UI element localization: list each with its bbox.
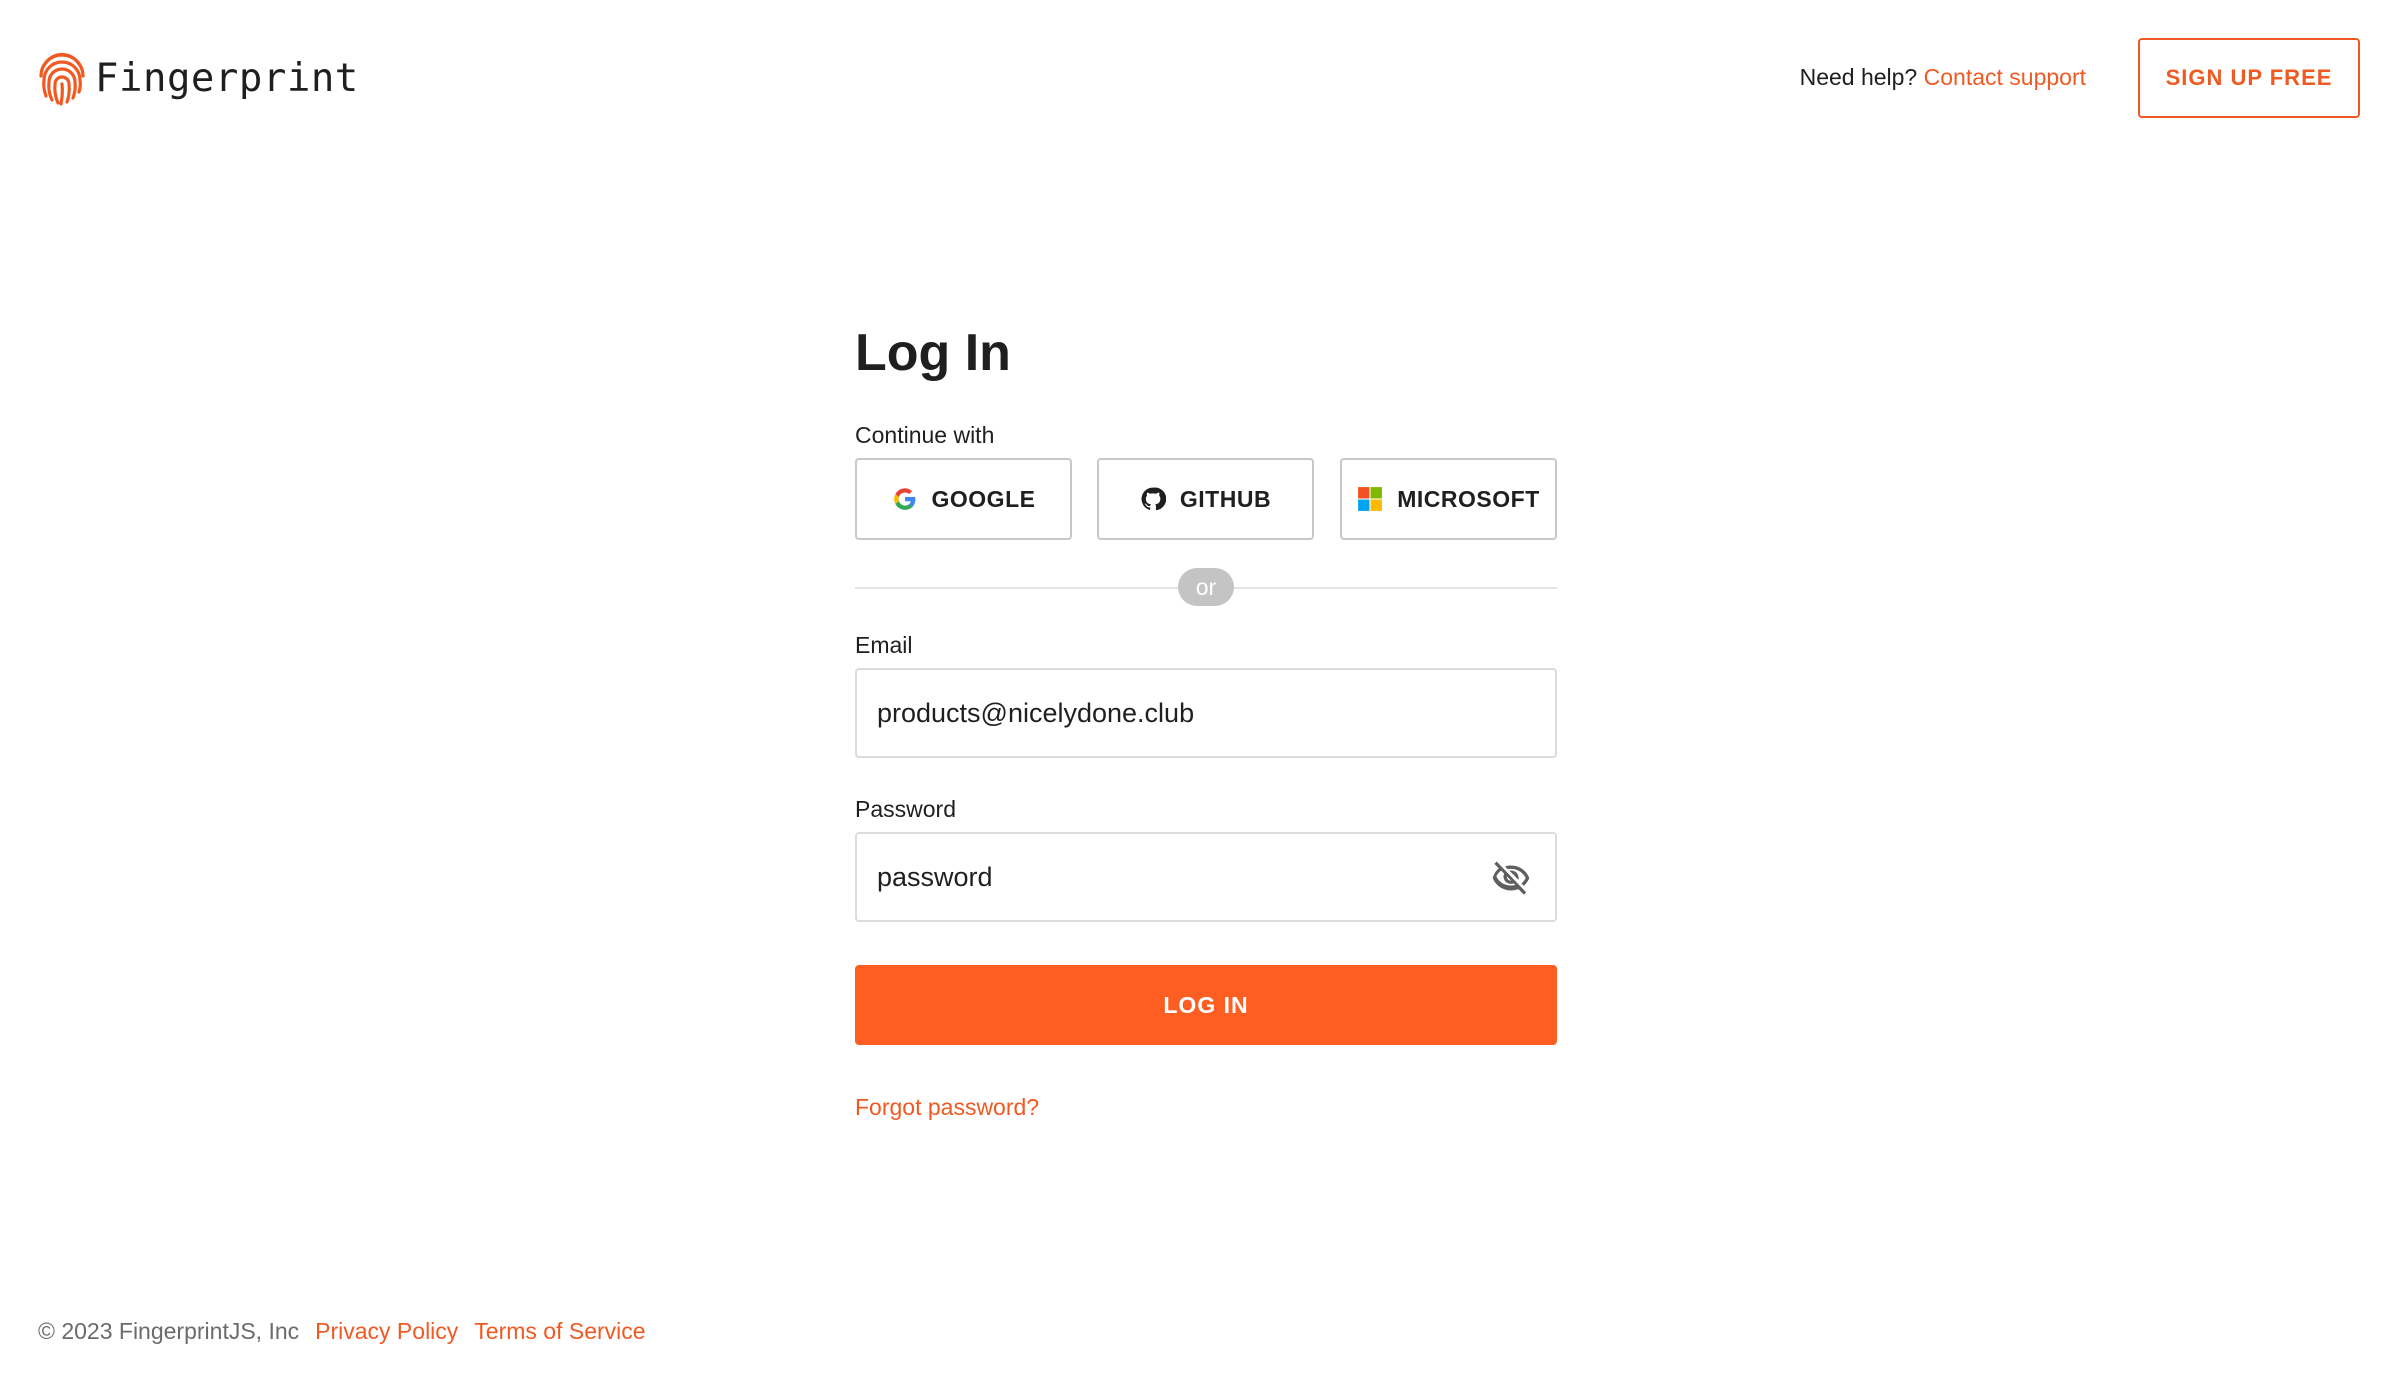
footer: © 2023 FingerprintJS, Inc Privacy Policy… bbox=[38, 1318, 646, 1345]
help-label: Need help? bbox=[1799, 64, 1918, 90]
password-label: Password bbox=[855, 796, 956, 822]
github-label: GITHUB bbox=[1179, 485, 1272, 512]
microsoft-login-button[interactable]: MICROSOFT bbox=[1340, 458, 1557, 540]
email-field-box bbox=[855, 668, 1557, 758]
help-text: Need help? Contact support bbox=[1800, 64, 2086, 91]
contact-support-link[interactable]: Contact support bbox=[1924, 64, 2086, 90]
page-title: Log In bbox=[855, 324, 1011, 382]
top-bar: Fingerprint Need help? Contact support S… bbox=[0, 0, 2400, 160]
password-field-box bbox=[855, 832, 1557, 922]
forgot-password-link[interactable]: Forgot password? bbox=[855, 1094, 1039, 1121]
microsoft-icon bbox=[1358, 487, 1383, 511]
github-login-button[interactable]: GITHUB bbox=[1097, 458, 1314, 540]
google-label: GOOGLE bbox=[931, 485, 1036, 512]
logo-text: Fingerprint bbox=[95, 55, 359, 101]
log-in-button[interactable]: LOG IN bbox=[855, 965, 1557, 1045]
email-field[interactable] bbox=[877, 670, 1477, 756]
fingerprint-icon bbox=[39, 53, 85, 106]
google-login-button[interactable]: GOOGLE bbox=[855, 458, 1072, 540]
microsoft-label: MICROSOFT bbox=[1397, 485, 1540, 512]
continue-with-label: Continue with bbox=[855, 422, 995, 448]
copyright-text: © 2023 FingerprintJS, Inc bbox=[38, 1318, 300, 1344]
eye-off-icon[interactable] bbox=[1491, 858, 1531, 898]
terms-of-service-link[interactable]: Terms of Service bbox=[474, 1318, 645, 1345]
sign-up-free-button[interactable]: SIGN UP FREE bbox=[2138, 38, 2360, 118]
logo[interactable]: Fingerprint bbox=[37, 50, 359, 106]
or-separator: or bbox=[1178, 568, 1234, 606]
privacy-policy-link[interactable]: Privacy Policy bbox=[315, 1318, 458, 1345]
google-icon bbox=[893, 488, 915, 510]
oauth-buttons: GOOGLE GITHUB MICROSOFT bbox=[855, 458, 1557, 540]
password-field[interactable] bbox=[877, 834, 1477, 920]
email-label: Email bbox=[855, 632, 913, 658]
github-icon bbox=[1141, 487, 1166, 511]
